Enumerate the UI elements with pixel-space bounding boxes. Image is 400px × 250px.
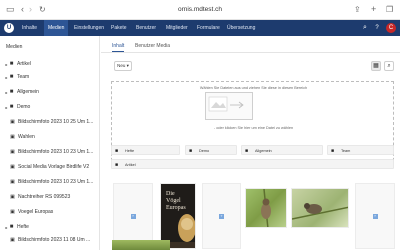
folder-card-hefte[interactable]: ■ Hefte xyxy=(111,145,180,155)
image-file-icon: ▣ xyxy=(10,119,15,125)
tree-item-file[interactable]: ▣ Social Media Vorlage Birdlife V2 xyxy=(0,163,100,172)
folder-icon: ■ xyxy=(9,61,14,67)
folder-card-demo[interactable]: ■ Demo xyxy=(185,145,237,155)
tab-divider xyxy=(101,52,400,53)
search-icon[interactable]: ⌕ xyxy=(384,61,394,71)
image-file-icon: ▣ xyxy=(10,134,15,140)
media-tree-sidebar: Medien ▸ ■ Artikel ▸ ■ Team ▸ ■ Allgemei… xyxy=(0,36,100,250)
new-tab-icon[interactable]: + xyxy=(371,5,376,14)
nav-inhalte[interactable]: Inhalte xyxy=(22,20,37,36)
folder-icon: ■ xyxy=(9,74,14,80)
tabs-icon[interactable]: ❐ xyxy=(386,5,393,14)
media-thumbnail-bird-photo[interactable] xyxy=(112,240,170,250)
upload-illustration-icon xyxy=(205,92,253,120)
tree-item-artikel[interactable]: ▸ ■ Artikel xyxy=(0,60,100,69)
bird-photo-image xyxy=(292,203,348,220)
image-file-icon: ▣ xyxy=(10,237,15,243)
media-main-panel: Inhalt Benutzer Media Neu ▾ ▦ ⌕ Wählen S… xyxy=(101,36,400,250)
nav-mitglieder[interactable]: Mitglieder xyxy=(166,20,188,36)
tree-item-file[interactable]: ▣ Bildschirmfoto 2023 11 08 Um ... xyxy=(0,236,100,245)
media-thumbnail-bird-photo[interactable] xyxy=(291,188,349,228)
tree-item-file[interactable]: ▣ Bildschirmfoto 2023 10 23 Um 1... xyxy=(0,178,100,187)
tree-item-file[interactable]: ▣ Bildschirmfoto 2023 10 25 Um 1... xyxy=(0,118,100,127)
image-file-icon: ▣ xyxy=(10,209,15,215)
umbraco-logo-icon[interactable]: U xyxy=(4,23,14,33)
folder-icon: ■ xyxy=(115,162,119,168)
help-icon[interactable]: ? xyxy=(372,23,382,33)
nav-einstellungen[interactable]: Einstellungen xyxy=(74,20,104,36)
media-thumbnail[interactable]: ? xyxy=(355,183,395,249)
folder-icon: ■ xyxy=(331,148,335,154)
forward-icon[interactable]: › xyxy=(29,5,32,14)
nav-pakete[interactable]: Pakete xyxy=(111,20,127,36)
nav-benutzer[interactable]: Benutzer xyxy=(136,20,156,36)
share-icon[interactable]: ⇪ xyxy=(354,5,361,14)
folder-icon: ■ xyxy=(9,89,14,95)
tab-benutzer-media[interactable]: Benutzer Media xyxy=(135,41,170,51)
tree-item-hefte[interactable]: ▸ ■ Hefte xyxy=(0,223,100,232)
folder-icon: ■ xyxy=(189,148,193,154)
image-file-icon: ▣ xyxy=(10,179,15,185)
tree-item-allgemein[interactable]: ▸ ■ Allgemein xyxy=(0,88,100,97)
folder-icon: ■ xyxy=(115,148,119,154)
folder-card-artikel[interactable]: ■ Artikel xyxy=(111,159,394,169)
tree-item-file[interactable]: ▣ Bildschirmfoto 2023 10 23 Um 1... xyxy=(0,148,100,157)
tree-item-demo[interactable]: ▸ ■ Demo xyxy=(0,103,100,112)
sidebar-toggle-icon[interactable]: ▭ xyxy=(6,5,15,14)
bird-photo-image xyxy=(261,189,271,227)
folder-icon: ■ xyxy=(245,148,249,154)
image-file-icon: ▣ xyxy=(10,164,15,170)
tab-inhalt[interactable]: Inhalt xyxy=(112,41,125,52)
image-placeholder-icon: ? xyxy=(130,213,136,219)
book-cover-title: Die Vögel Europas xyxy=(166,191,186,211)
image-placeholder-icon: ? xyxy=(219,213,224,219)
nav-formulare[interactable]: Formulare xyxy=(197,20,220,36)
sidebar-title: Medien xyxy=(6,44,23,50)
nav-medien[interactable]: Medien xyxy=(44,20,69,36)
nav-uebersetzung[interactable]: Übersetzung xyxy=(227,20,255,36)
folder-card-team[interactable]: ■ Team xyxy=(327,145,394,155)
user-avatar[interactable]: C xyxy=(386,23,396,33)
dropzone-instruction: Wählen Sie Dateien aus und ziehen Sie di… xyxy=(199,86,308,90)
reload-icon[interactable]: ↻ xyxy=(39,5,46,14)
image-file-icon: ▣ xyxy=(10,149,15,155)
tree-item-file[interactable]: ▣ Nachtreiher RS 099523 xyxy=(0,193,100,202)
media-thumbnail-bird-photo[interactable] xyxy=(245,188,287,228)
tree-item-team[interactable]: ▸ ■ Team xyxy=(0,73,100,82)
back-icon[interactable]: ‹ xyxy=(21,5,24,14)
browser-toolbar: ▭ ‹ › ↻ ornis.mdtest.ch ⇪ + ❐ xyxy=(0,0,400,20)
address-bar[interactable]: ornis.mdtest.ch xyxy=(150,4,250,16)
folder-card-allgemein[interactable]: ■ Allgemein xyxy=(241,145,323,155)
tree-item-file[interactable]: ▣ Wahlen xyxy=(0,133,100,142)
tree-item-file[interactable]: ▣ Voegel Europas xyxy=(0,208,100,217)
folder-icon: ■ xyxy=(9,224,14,230)
new-button[interactable]: Neu ▾ xyxy=(114,61,132,71)
dropzone-click-hint[interactable]: - oder klicken Sie hier um eine Datei zu… xyxy=(112,126,395,130)
cms-top-nav: U Inhalte Medien Einstellungen Pakete Be… xyxy=(0,20,400,36)
search-icon[interactable]: ⌕ xyxy=(360,23,370,33)
folder-icon: ■ xyxy=(9,104,14,110)
image-file-icon: ▣ xyxy=(10,194,15,200)
image-placeholder-icon: ? xyxy=(372,213,378,219)
media-thumbnail[interactable]: ? xyxy=(202,183,241,249)
grid-view-icon[interactable]: ▦ xyxy=(371,61,381,71)
